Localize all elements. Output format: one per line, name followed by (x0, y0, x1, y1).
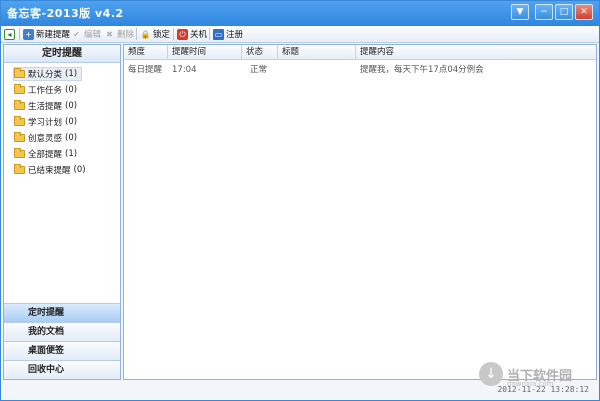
folder-icon (14, 68, 25, 78)
toolbar-divider (19, 28, 20, 40)
category-life[interactable]: 生活提醒 (0) (14, 99, 77, 113)
category-count: (0) (73, 165, 86, 175)
register-label: 注册 (226, 30, 244, 40)
folder-icon (14, 148, 25, 158)
status-datetime: 2012-11-22 13:28:12 (497, 385, 589, 394)
status-bar: 2012-11-22 13:28:12 (1, 381, 599, 401)
edit-button[interactable]: ✔ 编辑 (71, 27, 101, 41)
folder-icon (14, 116, 25, 126)
app-window: 备忘客-2013版 v4.2 ▼ − □ ✕ ◂ + 新建提醒 ✔ 编辑 ✖ 删… (0, 0, 600, 401)
shutdown-button[interactable]: ⏻ 关机 (177, 27, 207, 41)
category-label: 默认分类 (28, 70, 63, 80)
cell-status: 正常 (250, 65, 268, 75)
nav-timed-reminders[interactable]: 定时提醒 (4, 303, 120, 322)
category-ideas[interactable]: 创意灵感 (0) (14, 131, 77, 145)
nav-desktop-notes[interactable]: 桌面便签 (4, 341, 120, 360)
category-label: 已结束提醒 (28, 166, 71, 176)
category-count: (1) (65, 149, 78, 159)
folder-icon (14, 132, 25, 142)
toolbar-divider (209, 28, 210, 40)
sidebar: 定时提醒 默认分类 (1) 工作任务 (0) 生活提醒 (0) 学习计划 (0)… (3, 44, 121, 380)
column-remind-time[interactable]: 提醒时间 (168, 45, 242, 60)
category-count: (0) (65, 85, 78, 95)
category-all[interactable]: 全部提醒 (1) (14, 147, 77, 161)
new-reminder-button[interactable]: + 新建提醒 (23, 27, 70, 41)
category-label: 创意灵感 (28, 134, 63, 144)
cell-title (278, 64, 282, 76)
close-button[interactable]: ✕ (575, 4, 593, 20)
folder-icon (14, 84, 25, 94)
column-frequency[interactable]: 频度 (124, 45, 168, 60)
category-label: 生活提醒 (28, 102, 63, 112)
edit-label: 编辑 (84, 30, 102, 40)
cell-frequency: 每日提醒 (128, 65, 163, 75)
edit-check-icon: ✔ (73, 29, 80, 39)
nav-my-documents[interactable]: 我的文档 (4, 322, 120, 341)
lock-icon: 🔒 (140, 29, 151, 39)
menu-dropdown-button[interactable]: ▼ (511, 4, 529, 20)
category-work[interactable]: 工作任务 (0) (14, 83, 77, 97)
folder-icon (14, 164, 25, 174)
category-count: (1) (65, 69, 78, 79)
cell-remind-time: 17:04 (172, 65, 197, 75)
delete-label: 删除 (117, 30, 135, 40)
category-count: (0) (65, 117, 78, 127)
category-study[interactable]: 学习计划 (0) (14, 115, 77, 129)
sidebar-title: 定时提醒 (4, 45, 120, 63)
table-header: 频度 提醒时间 状态 标题 提醒内容 (124, 45, 596, 60)
column-title[interactable]: 标题 (278, 45, 356, 60)
toolbar: ◂ + 新建提醒 ✔ 编辑 ✖ 删除 🔒 锁定 ⏻ 关机 ▭ 注册 (1, 26, 599, 43)
category-count: (0) (65, 101, 78, 111)
maximize-button[interactable]: □ (555, 4, 573, 20)
power-icon: ⏻ (177, 28, 188, 40)
shutdown-label: 关机 (190, 30, 208, 40)
column-content[interactable]: 提醒内容 (356, 45, 596, 60)
back-icon[interactable]: ◂ (4, 27, 15, 41)
new-reminder-icon: + (23, 28, 34, 40)
cell-content: 提醒我，每天下午17点04分例会 (360, 65, 484, 75)
category-ended[interactable]: 已结束提醒 (0) (14, 163, 86, 177)
title-bar[interactable]: 备忘客-2013版 v4.2 ▼ − □ ✕ (1, 1, 599, 26)
monitor-icon: ▭ (213, 28, 224, 40)
category-count: (0) (65, 133, 78, 143)
category-label: 工作任务 (28, 86, 63, 96)
new-reminder-label: 新建提醒 (36, 30, 71, 40)
app-title: 备忘客-2013版 v4.2 (7, 7, 124, 20)
toolbar-divider (136, 28, 137, 40)
delete-x-icon: ✖ (106, 29, 113, 39)
category-label: 学习计划 (28, 118, 63, 128)
nav-recycle-center[interactable]: 回收中心 (4, 360, 120, 379)
lock-button[interactable]: 🔒 锁定 (140, 27, 171, 41)
delete-button[interactable]: ✖ 删除 (104, 27, 134, 41)
category-default[interactable]: 默认分类 (1) (13, 67, 83, 81)
register-button[interactable]: ▭ 注册 (213, 27, 243, 41)
folder-icon (14, 100, 25, 110)
toolbar-divider (173, 28, 174, 40)
category-label: 全部提醒 (28, 150, 63, 160)
lock-label: 锁定 (153, 30, 171, 40)
reminder-table: 频度 提醒时间 状态 标题 提醒内容 每日提醒 17:04 正常 提醒我，每天下… (123, 44, 597, 380)
minimize-button[interactable]: − (535, 4, 553, 20)
column-status[interactable]: 状态 (242, 45, 278, 60)
